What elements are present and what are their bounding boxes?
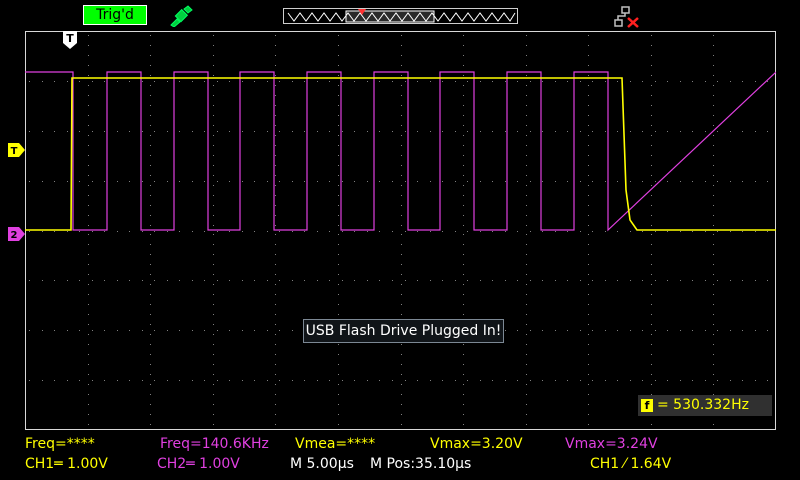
svg-text:T: T xyxy=(66,32,74,45)
waveform-graticule xyxy=(25,31,776,430)
ch2-frequency-readout: Freq=140.6KHz xyxy=(160,436,269,452)
ch1-vmax-readout: Vmax=3.20V xyxy=(430,436,523,452)
trigger-setting-readout: CH1 ⁄ 1.64V xyxy=(590,456,672,472)
ch2-scale-readout: CH2═ 1.00V xyxy=(157,456,240,472)
frequency-counter: f = 530.332Hz xyxy=(638,395,772,416)
measurement-status-bar: Freq=**** Freq=140.6KHz Vmea=**** Vmax=3… xyxy=(0,430,800,480)
trigger-level-marker[interactable]: T xyxy=(8,142,26,157)
memory-timebase-strip xyxy=(283,8,518,24)
svg-text:2: 2 xyxy=(11,230,18,241)
trigger-position-marker[interactable]: T xyxy=(63,31,77,49)
ch1-vmean-readout: Vmea=**** xyxy=(295,436,376,452)
network-disconnected-icon xyxy=(614,6,640,28)
svg-text:T: T xyxy=(11,146,18,157)
usb-notification-popup: USB Flash Drive Plugged In! xyxy=(303,319,504,343)
ch2-reference-marker[interactable]: 2 xyxy=(8,226,26,241)
horizontal-position-readout: M Pos:35.10µs xyxy=(370,456,472,472)
frequency-icon: f xyxy=(641,399,653,412)
timebase-readout: M 5.00µs xyxy=(290,456,354,472)
ch2-vmax-readout: Vmax=3.24V xyxy=(565,436,658,452)
frequency-value: = 530.332Hz xyxy=(657,397,749,413)
trigger-status-badge: Trig'd xyxy=(83,5,147,25)
top-status-bar: Trig'd xyxy=(0,0,800,31)
waveform-display[interactable] xyxy=(25,31,776,430)
trigger-position-indicator xyxy=(358,0,366,15)
ch1-frequency-readout: Freq=**** xyxy=(25,436,95,452)
ch1-scale-readout: CH1═ 1.00V xyxy=(25,456,108,472)
usb-plug-icon xyxy=(168,5,194,28)
